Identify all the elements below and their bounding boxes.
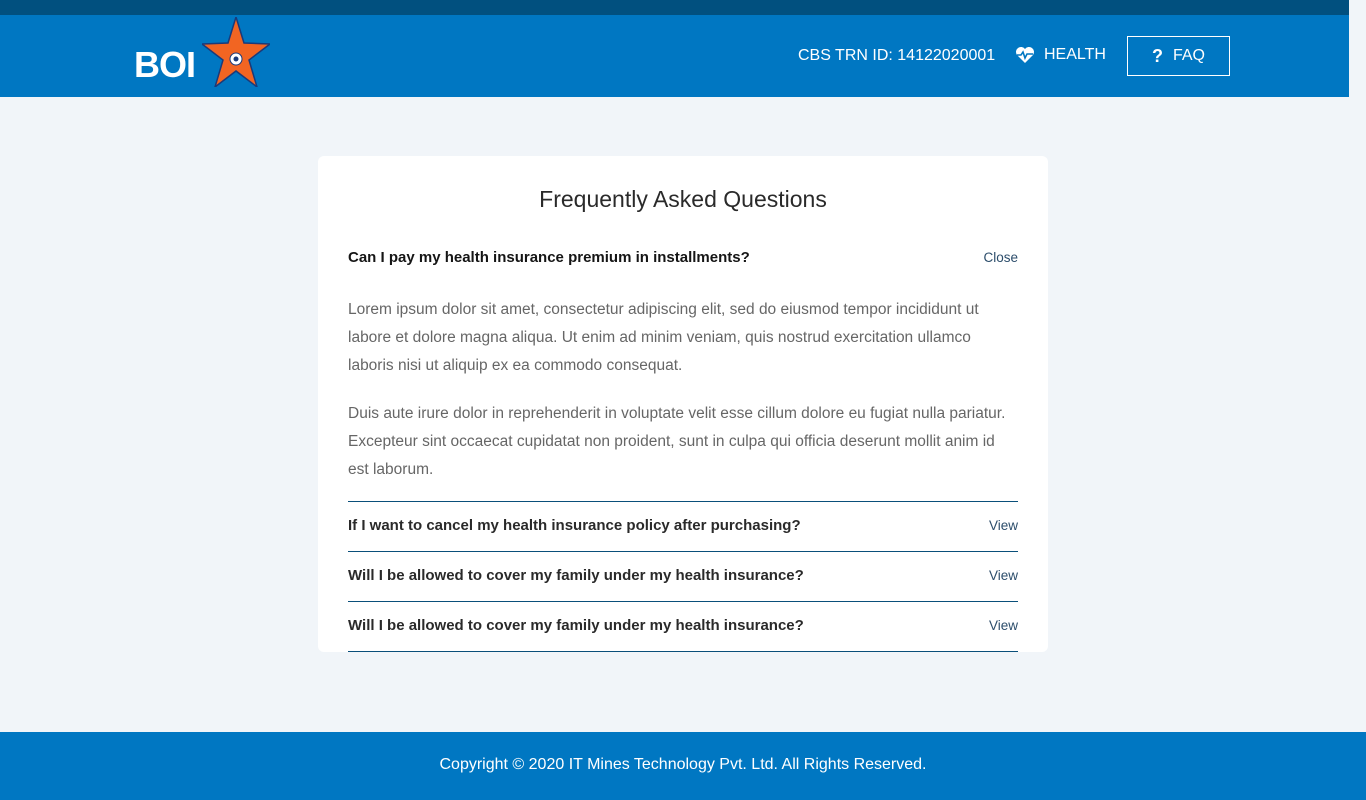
scrollbar-track[interactable]: [1349, 0, 1366, 732]
faq-answer: Lorem ipsum dolor sit amet, consectetur …: [348, 296, 1018, 484]
health-link[interactable]: HEALTH: [1015, 44, 1106, 66]
faq-question: Can I pay my health insurance premium in…: [348, 249, 750, 266]
logo-text: BOI: [134, 44, 196, 85]
view-link[interactable]: View: [989, 518, 1018, 533]
page-title: Frequently Asked Questions: [539, 186, 827, 212]
divider: [348, 651, 1018, 652]
cbs-trn-id: CBS TRN ID: 14122020001: [798, 47, 996, 64]
boi-logo[interactable]: BOI: [134, 17, 274, 91]
faq-card: Frequently Asked Questions Can I pay my …: [318, 156, 1048, 652]
faq-item[interactable]: Will I be allowed to cover my family und…: [348, 601, 1018, 651]
faq-question: Will I be allowed to cover my family und…: [348, 617, 804, 634]
view-link[interactable]: View: [989, 568, 1018, 583]
faq-item[interactable]: If I want to cancel my health insurance …: [348, 501, 1018, 551]
view-link[interactable]: View: [989, 618, 1018, 633]
faq-question: If I want to cancel my health insurance …: [348, 517, 801, 534]
header-bar: BOI CBS TRN ID: 14122020001 HEALTH ? FAQ: [0, 15, 1349, 97]
question-mark-icon: ?: [1151, 45, 1163, 66]
heart-pulse-icon: [1016, 47, 1034, 63]
copyright-text: Copyright © 2020 IT Mines Technology Pvt…: [439, 756, 927, 773]
close-link[interactable]: Close: [983, 250, 1018, 265]
faq-item[interactable]: Will I be allowed to cover my family und…: [348, 551, 1018, 601]
footer: Copyright © 2020 IT Mines Technology Pvt…: [0, 732, 1366, 800]
answer-paragraph: Lorem ipsum dolor sit amet, consectetur …: [348, 301, 979, 374]
faq-label: FAQ: [1172, 47, 1205, 64]
answer-paragraph: Duis aute irure dolor in reprehenderit i…: [348, 405, 1006, 478]
top-strip: [0, 0, 1349, 15]
star-icon: [202, 17, 270, 87]
faq-item-open[interactable]: Can I pay my health insurance premium in…: [348, 248, 1018, 270]
faq-question: Will I be allowed to cover my family und…: [348, 567, 804, 584]
faq-button[interactable]: ? FAQ: [1127, 36, 1230, 76]
health-label: HEALTH: [1044, 46, 1106, 63]
